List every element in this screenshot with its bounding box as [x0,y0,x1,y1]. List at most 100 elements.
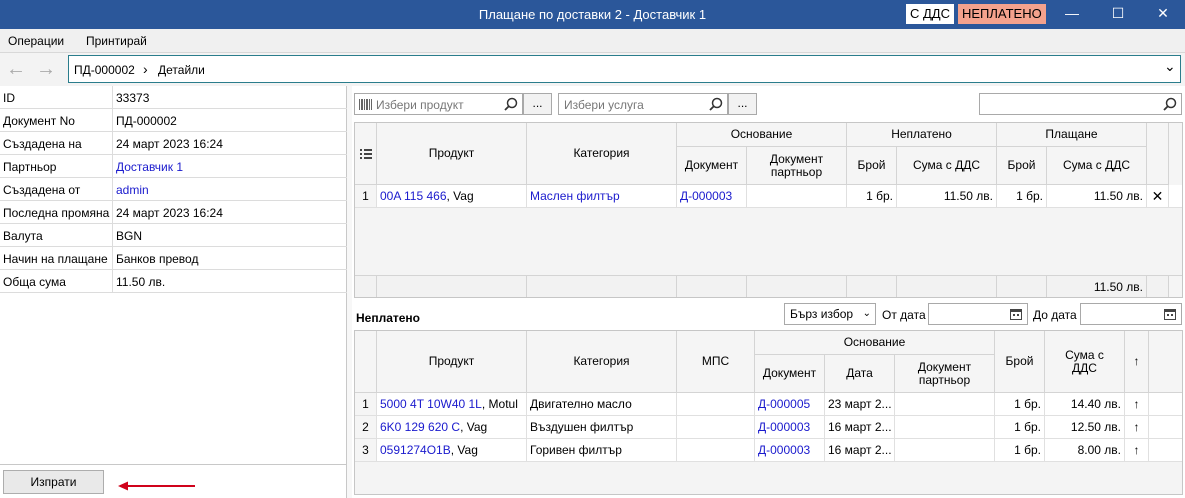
product-link[interactable]: 00A 115 466 [380,189,447,203]
product-link[interactable]: 6K0 129 620 C [380,420,460,434]
column-header-amount[interactable]: Сума с ДДС [1045,331,1125,393]
property-label: Създадена от [3,183,81,197]
grid-search-input[interactable] [979,93,1182,115]
document-link[interactable]: Д-000003 [755,439,825,462]
property-row: Последна промяна 24 март 2023 16:24 [0,201,347,224]
category-link[interactable]: Маслен филтър [527,185,677,208]
column-header-date[interactable]: Дата [825,355,895,393]
mps-cell [677,416,755,439]
unpaid-amount-cell: 11.50 лв. [897,185,997,208]
document-link[interactable]: Д-000003 [755,416,825,439]
product-picker-placeholder: Избери продукт [376,98,464,112]
product-link[interactable]: 0591274O1B [380,443,451,457]
column-header-partner-document[interactable]: Документ партньор [747,147,847,185]
search-icon[interactable] [709,97,723,111]
amount-cell: 14.40 лв. [1045,393,1125,416]
calendar-icon[interactable] [1164,308,1176,320]
to-date-input[interactable] [1080,303,1182,325]
move-up-icon[interactable]: ↑ [1125,393,1149,416]
back-arrow-icon[interactable]: ← [6,59,26,79]
from-date-input[interactable] [928,303,1028,325]
mps-cell [677,439,755,462]
row-number: 2 [355,416,377,439]
grid-empty-area [355,462,1182,494]
column-header-category[interactable]: Категория [527,123,677,185]
property-row: Начин на плащане Банков превод [0,247,347,270]
move-up-icon[interactable]: ↑ [1125,416,1149,439]
table-row-product: 00A 115 466, Vag [377,185,527,208]
payment-items-grid: Продукт Категория Основание Документ Док… [354,122,1183,298]
breadcrumb[interactable]: ПД-000002 › Детайли ⌄ [68,55,1181,83]
product-picker[interactable]: Избери продукт [354,93,523,115]
service-picker[interactable]: Избери услуга [558,93,728,115]
move-up-icon[interactable]: ↑ [1125,439,1149,462]
column-header-partner-document[interactable]: Документ партньор [895,355,995,393]
column-group-basis: Основание [677,123,847,147]
column-header-document[interactable]: Документ [677,147,747,185]
property-label: Последна промяна [3,206,110,220]
column-header-product[interactable]: Продукт [377,331,527,393]
minimize-button[interactable]: — [1049,0,1095,29]
service-browse-button[interactable]: ... [728,93,757,115]
forward-arrow-icon[interactable]: → [36,59,56,79]
partner-link[interactable]: Доставчик 1 [116,160,183,174]
pay-amount-cell[interactable]: 11.50 лв. [1047,185,1147,208]
property-value: ПД-000002 [116,114,177,128]
qty-cell: 1 бр. [995,439,1045,462]
document-link[interactable]: Д-000005 [755,393,825,416]
column-header-pay-qty[interactable]: Брой [997,147,1047,185]
property-value: 11.50 лв. [116,275,166,289]
column-header-pay-amount[interactable]: Сума с ДДС [1047,147,1147,185]
property-row: ID 33373 [0,86,347,109]
qty-cell: 1 бр. [995,393,1045,416]
column-chooser-icon[interactable] [355,123,377,185]
property-row: Документ No ПД-000002 [0,109,347,132]
table-row-product: 5000 4T 10W40 1L, Motul [377,393,527,416]
menu-operations[interactable]: Операции [8,34,64,48]
chevron-down-icon: ⌄ [862,308,871,319]
column-header-mps[interactable]: МПС [677,331,755,393]
column-header-category[interactable]: Категория [527,331,677,393]
barcode-icon [359,99,372,110]
property-row: Партньор Доставчик 1 [0,155,347,178]
mps-cell [677,393,755,416]
property-value: 24 март 2023 16:24 [116,206,223,220]
title-bar: Плащане по доставки 2 - Доставчик 1 С ДД… [0,0,1185,29]
date-cell: 23 март 2... [825,393,895,416]
property-label: Създадена на [3,137,82,151]
properties-panel: ID 33373 Документ No ПД-000002 Създадена н… [0,86,347,498]
vat-badge[interactable]: С ДДС [906,4,954,24]
chevron-down-icon[interactable]: ⌄ [1164,58,1176,75]
close-button[interactable]: ✕ [1140,0,1185,29]
grid-empty-area [355,208,1182,276]
red-arrow-annotation [118,481,195,491]
move-up-all-icon[interactable]: ↑ [1125,331,1149,393]
document-link[interactable]: Д-000003 [677,185,747,208]
quick-select-dropdown[interactable]: Бърз избор ⌄ [784,303,876,325]
product-browse-button[interactable]: ... [523,93,552,115]
product-link[interactable]: 5000 4T 10W40 1L [380,397,482,411]
created-by-link[interactable]: admin [116,183,149,197]
pay-qty-cell[interactable]: 1 бр. [997,185,1047,208]
property-label: Партньор [3,160,57,174]
table-row-product: 6K0 129 620 C, Vag [377,416,527,439]
breadcrumb-document[interactable]: ПД-000002 [74,63,135,77]
column-header-qty[interactable]: Брой [995,331,1045,393]
send-button[interactable]: Изпрати [3,470,104,494]
column-header-product[interactable]: Продукт [377,123,527,185]
remove-row-icon[interactable]: ✕ [1147,185,1169,208]
property-row: Създадена от admin [0,178,347,201]
column-header-unpaid-amount[interactable]: Сума с ДДС [897,147,997,185]
search-icon[interactable] [504,97,518,111]
column-header-unpaid-qty[interactable]: Брой [847,147,897,185]
date-cell: 16 март 2... [825,439,895,462]
partner-document-cell [895,393,995,416]
paid-total: 11.50 лв. [1047,276,1147,297]
calendar-icon[interactable] [1010,308,1022,320]
amount-cell: 12.50 лв. [1045,416,1125,439]
column-header-document[interactable]: Документ [755,355,825,393]
search-icon[interactable] [1163,97,1177,111]
status-badge: НЕПЛАТЕНО [958,4,1046,24]
menu-print[interactable]: Принтирай [86,34,147,48]
maximize-button[interactable]: ☐ [1095,0,1141,29]
